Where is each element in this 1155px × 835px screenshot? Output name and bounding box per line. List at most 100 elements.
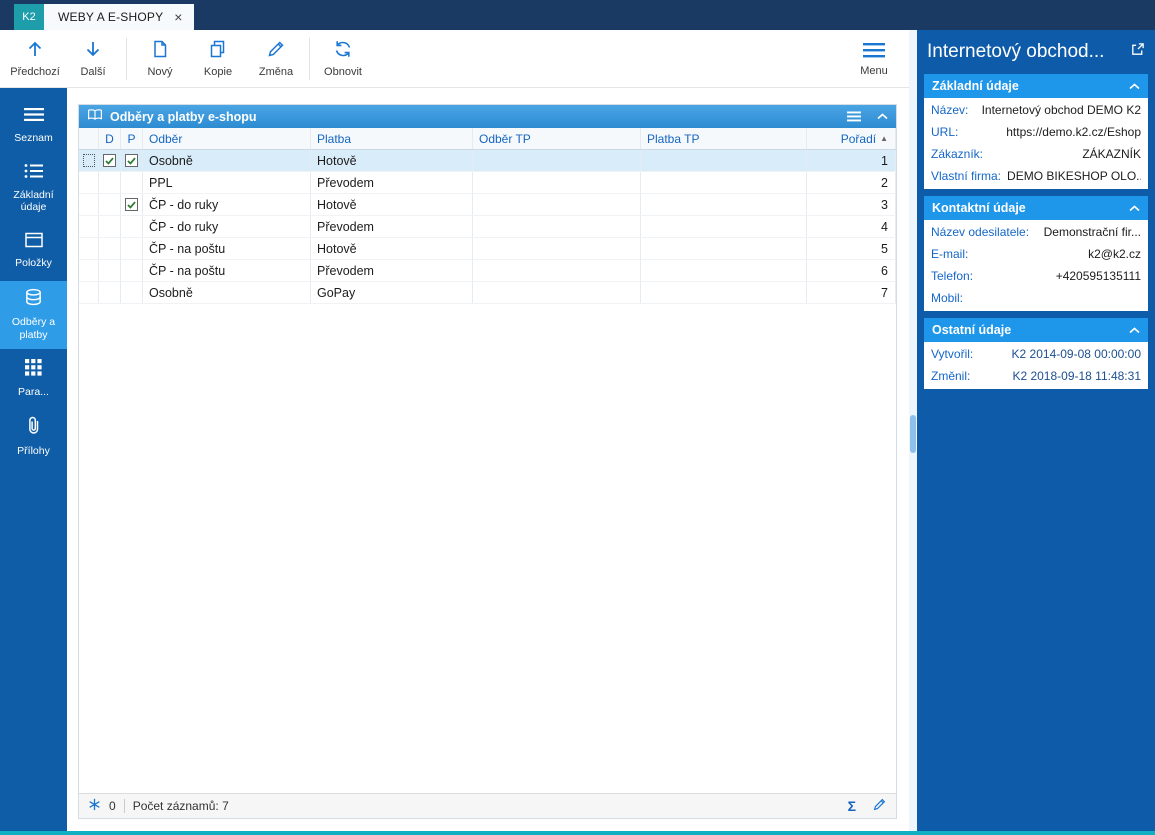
cell-platba-tp[interactable]	[641, 216, 807, 237]
tab-weby-a-eshopy[interactable]: WEBY A E-SHOPY ×	[44, 4, 194, 30]
checkbox-d[interactable]	[99, 260, 121, 281]
panel-splitter[interactable]	[909, 30, 917, 831]
cell-platba-tp[interactable]	[641, 150, 807, 171]
cell-odber[interactable]: Osobně	[143, 150, 311, 171]
header-p[interactable]: P	[121, 128, 143, 149]
change-button[interactable]: Změna	[247, 34, 305, 84]
cell-platba[interactable]: Převodem	[311, 172, 473, 193]
copy-button[interactable]: Kopie	[189, 34, 247, 84]
cell-poradi[interactable]: 6	[807, 260, 896, 281]
chevron-up-icon[interactable]	[1129, 79, 1140, 93]
table-row[interactable]: Osobně Hotově 1	[79, 150, 896, 172]
field-value[interactable]: https://demo.k2.cz/Eshop	[1000, 125, 1141, 139]
cell-platba-tp[interactable]	[641, 238, 807, 259]
cell-odber-tp[interactable]	[473, 282, 641, 303]
cell-platba[interactable]: Hotově	[311, 194, 473, 215]
table-row[interactable]: PPL Převodem 2	[79, 172, 896, 194]
cell-poradi[interactable]: 5	[807, 238, 896, 259]
field-value[interactable]: ZÁKAZNÍK	[1076, 147, 1141, 161]
section-header[interactable]: Ostatní údaje	[924, 318, 1148, 342]
cell-platba[interactable]: Převodem	[311, 216, 473, 237]
sidebar-item-polozky[interactable]: Položky	[0, 224, 67, 278]
header-odber[interactable]: Odběr	[143, 128, 311, 149]
checkbox-d[interactable]	[99, 282, 121, 303]
table-row[interactable]: ČP - na poštu Převodem 6	[79, 260, 896, 282]
close-icon[interactable]: ×	[174, 10, 182, 24]
sidebar-item-parametry[interactable]: Para...	[0, 352, 67, 406]
cell-poradi[interactable]: 1	[807, 150, 896, 171]
cell-poradi[interactable]: 2	[807, 172, 896, 193]
section-header[interactable]: Kontaktní údaje	[924, 196, 1148, 220]
cell-platba-tp[interactable]	[641, 194, 807, 215]
cell-poradi[interactable]: 3	[807, 194, 896, 215]
cell-odber-tp[interactable]	[473, 216, 641, 237]
new-button[interactable]: Nový	[131, 34, 189, 84]
grid-menu-icon[interactable]	[847, 111, 861, 122]
sidebar-item-prilohy[interactable]: Přílohy	[0, 409, 67, 465]
checkbox-p[interactable]	[121, 260, 143, 281]
edit-pencil-icon[interactable]	[872, 797, 887, 815]
cell-platba[interactable]: Převodem	[311, 260, 473, 281]
cell-odber-tp[interactable]	[473, 150, 641, 171]
sidebar-item-seznam[interactable]: Seznam	[0, 99, 67, 153]
cell-poradi[interactable]: 4	[807, 216, 896, 237]
checkbox-d[interactable]	[99, 150, 121, 171]
collapse-chevron-icon[interactable]	[877, 113, 888, 120]
checkbox-p[interactable]	[121, 150, 143, 171]
field-value[interactable]: Demonstrační fir...	[1038, 225, 1141, 239]
cell-odber[interactable]: ČP - na poštu	[143, 238, 311, 259]
cell-odber[interactable]: Osobně	[143, 282, 311, 303]
cell-odber-tp[interactable]	[473, 260, 641, 281]
table-row[interactable]: Osobně GoPay 7	[79, 282, 896, 304]
chevron-up-icon[interactable]	[1129, 323, 1140, 337]
cell-platba[interactable]: Hotově	[311, 238, 473, 259]
splitter-handle[interactable]	[910, 415, 916, 453]
checkbox-d[interactable]	[99, 216, 121, 237]
sidebar-item-zakladni-udaje[interactable]: Základní údaje	[0, 156, 67, 221]
checkbox-d[interactable]	[99, 194, 121, 215]
table-row[interactable]: ČP - do ruky Hotově 3	[79, 194, 896, 216]
cell-odber[interactable]: ČP - na poštu	[143, 260, 311, 281]
chevron-up-icon[interactable]	[1129, 201, 1140, 215]
checkbox-d[interactable]	[99, 172, 121, 193]
cell-odber-tp[interactable]	[473, 194, 641, 215]
header-odber-tp[interactable]: Odběr TP	[473, 128, 641, 149]
checkbox-p[interactable]	[121, 194, 143, 215]
tab-k2[interactable]: K2	[14, 4, 44, 30]
sum-icon[interactable]: Σ	[848, 798, 856, 814]
cell-platba-tp[interactable]	[641, 260, 807, 281]
previous-button[interactable]: Předchozí	[6, 34, 64, 84]
cell-odber-tp[interactable]	[473, 172, 641, 193]
cell-platba[interactable]: GoPay	[311, 282, 473, 303]
field-value[interactable]: +420595135111	[1050, 269, 1141, 283]
snowflake-icon[interactable]	[88, 798, 101, 814]
cell-odber[interactable]: ČP - do ruky	[143, 216, 311, 237]
checkbox-p[interactable]	[121, 172, 143, 193]
header-platba[interactable]: Platba	[311, 128, 473, 149]
header-poradi[interactable]: Pořadí ▲	[807, 128, 896, 149]
cell-odber[interactable]: PPL	[143, 172, 311, 193]
external-link-icon[interactable]	[1130, 41, 1145, 63]
field-value[interactable]: k2@k2.cz	[1082, 247, 1141, 261]
field-value[interactable]: Internetový obchod DEMO K2	[976, 103, 1141, 117]
next-button[interactable]: Další	[64, 34, 122, 84]
cell-odber[interactable]: ČP - do ruky	[143, 194, 311, 215]
table-row[interactable]: ČP - na poštu Hotově 5	[79, 238, 896, 260]
menu-button[interactable]: Menu	[847, 34, 901, 84]
checkbox-p[interactable]	[121, 282, 143, 303]
table-row[interactable]: ČP - do ruky Převodem 4	[79, 216, 896, 238]
cell-odber-tp[interactable]	[473, 238, 641, 259]
checkbox-p[interactable]	[121, 238, 143, 259]
cell-platba-tp[interactable]	[641, 172, 807, 193]
header-platba-tp[interactable]: Platba TP	[641, 128, 807, 149]
refresh-button[interactable]: Obnovit	[314, 34, 372, 84]
section-header[interactable]: Základní údaje	[924, 74, 1148, 98]
checkbox-p[interactable]	[121, 216, 143, 237]
cell-platba[interactable]: Hotově	[311, 150, 473, 171]
cell-platba-tp[interactable]	[641, 282, 807, 303]
sidebar-item-odbery-a-platby[interactable]: Odběry a platby	[0, 281, 67, 349]
cell-poradi[interactable]: 7	[807, 282, 896, 303]
checkbox-d[interactable]	[99, 238, 121, 259]
field-value[interactable]: DEMO BIKESHOP OLO...	[1001, 169, 1141, 183]
header-d[interactable]: D	[99, 128, 121, 149]
